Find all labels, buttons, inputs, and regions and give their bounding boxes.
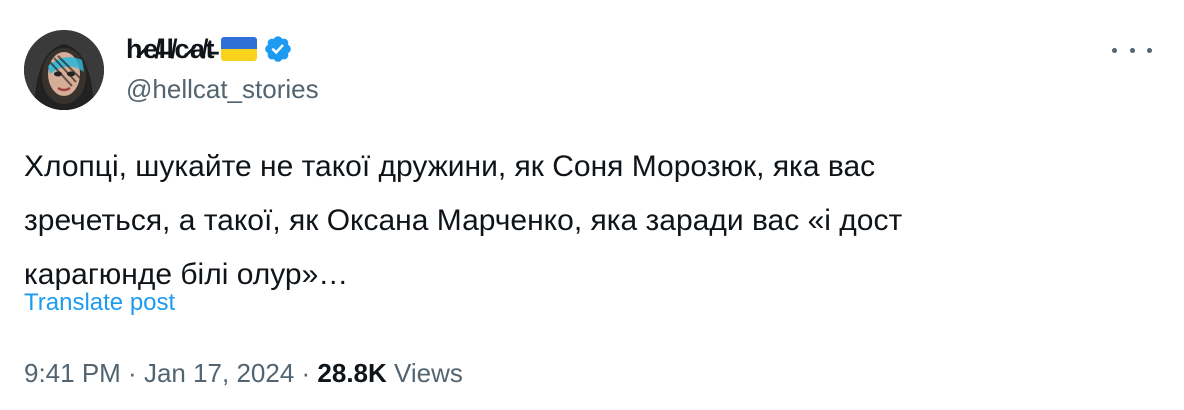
more-options-icon[interactable]: [1112, 40, 1152, 60]
tweet-card: h̷e̸l̶l̸c̷a̸t̵ @hellcat_stories Хлопці, …: [0, 0, 1184, 410]
views-count[interactable]: 28.8K: [317, 358, 386, 388]
tweet-meta: 9:41 PM · Jan 17, 2024 · 28.8K Views: [24, 358, 463, 389]
ukraine-flag-icon: [221, 37, 258, 61]
tweet-text-line: карагюнде білі олур»…: [24, 258, 349, 291]
tweet-date[interactable]: Jan 17, 2024: [144, 358, 294, 388]
author-display-name[interactable]: h̷e̸l̶l̸c̷a̸t̵: [126, 34, 215, 65]
meta-separator: ·: [294, 358, 318, 388]
tweet-text: Хлопці, шукайте не такої дружини, як Сон…: [24, 140, 1124, 302]
author-name-row: h̷e̸l̶l̸c̷a̸t̵: [126, 30, 293, 68]
author-handle[interactable]: @hellcat_stories: [126, 74, 319, 105]
tweet-time[interactable]: 9:41 PM: [24, 358, 121, 388]
translate-post-link[interactable]: Translate post: [24, 289, 175, 317]
avatar-image: [24, 30, 104, 110]
verified-badge-icon[interactable]: [263, 34, 293, 64]
avatar[interactable]: [24, 30, 104, 110]
tweet-text-line: Хлопці, шукайте не такої дружини, як Сон…: [24, 150, 876, 183]
tweet-text-line: зречеться, а такої, як Оксана Марченко, …: [24, 204, 903, 237]
views-label: Views: [394, 358, 463, 388]
meta-separator: ·: [120, 358, 144, 388]
